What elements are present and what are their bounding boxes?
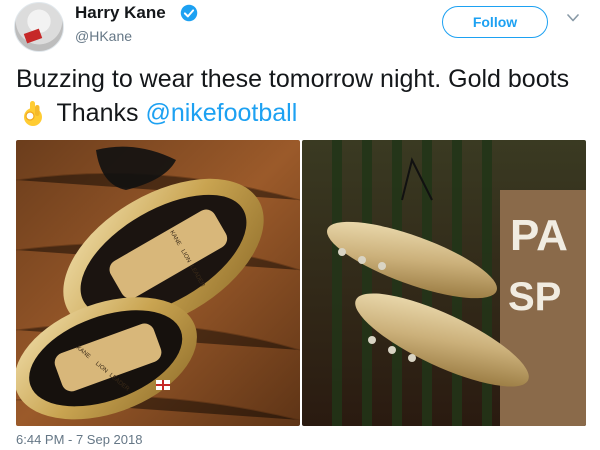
- tweet-text: Buzzing to wear these tomorrow night. Go…: [16, 62, 586, 130]
- svg-text:PA: PA: [510, 211, 568, 260]
- tweet-timestamp[interactable]: 6:44 PM - 7 Sep 2018: [16, 432, 142, 447]
- display-name[interactable]: Harry Kane: [75, 3, 166, 23]
- media-image-hanging-boots[interactable]: PA SP .: [302, 140, 586, 426]
- tweet-text-main: Buzzing to wear these tomorrow night. Go…: [16, 65, 570, 93]
- avatar-badge: [23, 28, 43, 44]
- ok-hand-emoji-icon: [24, 101, 42, 126]
- follow-button[interactable]: Follow: [442, 6, 548, 38]
- hanging-boots-photo: PA SP .: [302, 140, 586, 426]
- chevron-down-icon[interactable]: [567, 14, 579, 22]
- avatar[interactable]: [14, 2, 64, 52]
- svg-text:SP: SP: [508, 275, 561, 319]
- mention-link[interactable]: @nikefootball: [145, 99, 297, 127]
- tweet-text-thanks: Thanks: [56, 99, 139, 127]
- insoles-photo: KANE LION LEADER KANE LION LEADER: [16, 140, 300, 426]
- user-handle[interactable]: @HKane: [75, 28, 132, 44]
- media-image-insoles[interactable]: KANE LION LEADER KANE LION LEADER: [16, 140, 300, 426]
- verified-badge-icon: [180, 4, 198, 22]
